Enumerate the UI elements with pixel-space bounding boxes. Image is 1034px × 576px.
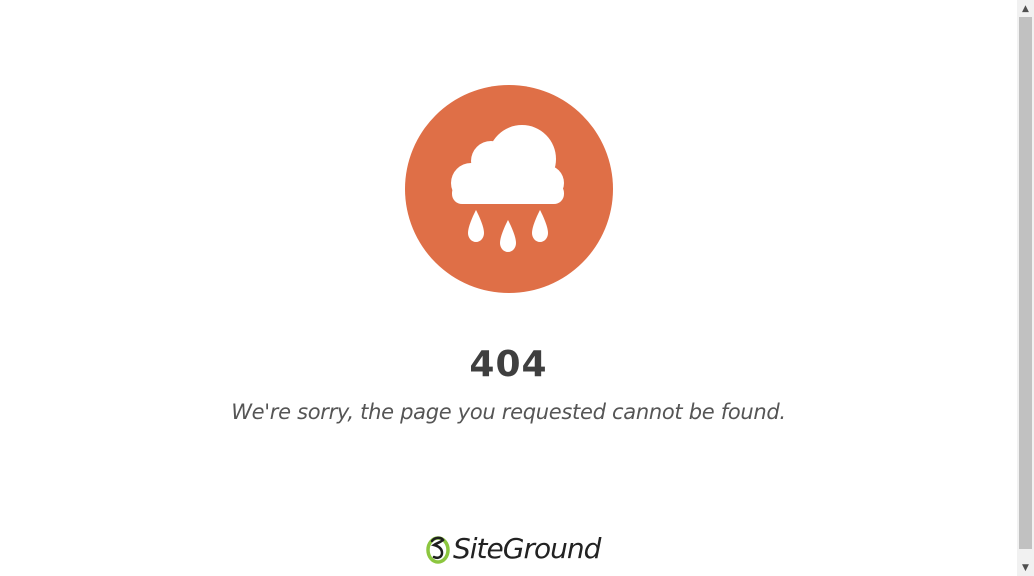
rain-cloud-icon <box>405 85 613 293</box>
siteground-logo-icon <box>426 536 450 564</box>
error-message: We're sorry, the page you requested cann… <box>231 400 786 424</box>
error-code: 404 <box>469 344 548 385</box>
siteground-logo[interactable]: SiteGround <box>425 527 601 569</box>
logo-text: SiteGround <box>453 531 601 565</box>
error-page: 404 We're sorry, the page you requested … <box>0 0 1034 576</box>
page-content: 404 We're sorry, the page you requested … <box>0 0 1017 576</box>
scroll-down-arrow-icon[interactable]: ▼ <box>1017 559 1034 576</box>
scroll-up-arrow-icon[interactable]: ▲ <box>1017 0 1034 17</box>
scroll-thumb[interactable] <box>1019 17 1032 549</box>
vertical-scrollbar[interactable]: ▲ ▼ <box>1017 0 1034 576</box>
